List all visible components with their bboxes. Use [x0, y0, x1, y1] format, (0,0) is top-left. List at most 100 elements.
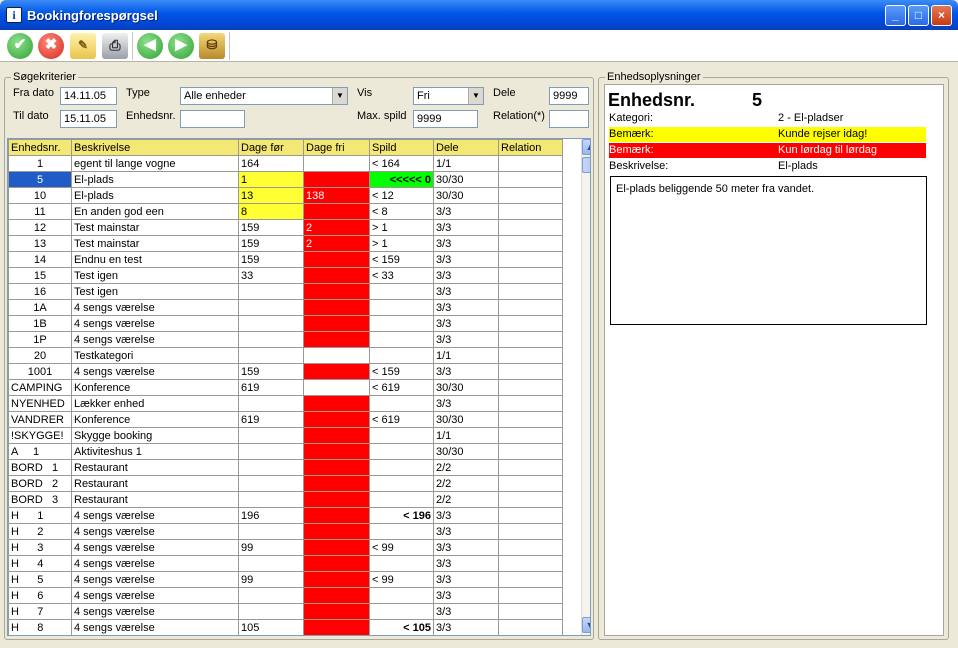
cell-before[interactable]: 33: [238, 267, 304, 284]
cell-waste[interactable]: < 8: [369, 203, 434, 220]
title-bar[interactable]: i Bookingforespørgsel _ □ ×: [0, 0, 958, 30]
cell-desc[interactable]: 4 sengs værelse: [71, 363, 239, 380]
cell-rel[interactable]: [498, 235, 563, 252]
cell-unit[interactable]: H 2: [8, 523, 72, 540]
table-row[interactable]: 12 Test mainstar 159 2 > 1 3/3: [8, 219, 563, 236]
cell-desc[interactable]: Test igen: [71, 267, 239, 284]
table-row[interactable]: 13 Test mainstar 159 2 > 1 3/3: [8, 235, 563, 252]
cell-share[interactable]: 2/2: [433, 475, 499, 492]
cell-desc[interactable]: Testkategori: [71, 347, 239, 364]
cell-desc[interactable]: 4 sengs værelse: [71, 331, 239, 348]
cell-desc[interactable]: Aktiviteshus 1: [71, 443, 239, 460]
cell-waste[interactable]: < 619: [369, 411, 434, 428]
column-header[interactable]: Beskrivelse: [71, 139, 239, 156]
cell-waste[interactable]: [369, 603, 434, 620]
cell-desc[interactable]: El-plads: [71, 171, 239, 188]
cell-share[interactable]: 1/1: [433, 347, 499, 364]
cell-free[interactable]: [303, 203, 370, 220]
table-row[interactable]: H 44 sengs værelse 3/3: [8, 555, 563, 572]
cell-desc[interactable]: 4 sengs værelse: [71, 315, 239, 332]
share-input[interactable]: 9999: [549, 87, 589, 105]
cell-free[interactable]: [303, 491, 370, 508]
cell-rel[interactable]: [498, 395, 563, 412]
cell-share[interactable]: 3/3: [433, 331, 499, 348]
type-select[interactable]: Alle enheder ▼: [180, 87, 348, 105]
cell-share[interactable]: 1/1: [433, 155, 499, 172]
unit-input[interactable]: [180, 110, 245, 128]
cell-share[interactable]: 3/3: [433, 235, 499, 252]
cell-desc[interactable]: Endnu en test: [71, 251, 239, 268]
cell-waste[interactable]: < 159: [369, 251, 434, 268]
cell-free[interactable]: [303, 315, 370, 332]
cell-share[interactable]: 3/3: [433, 555, 499, 572]
cell-before[interactable]: [238, 427, 304, 444]
table-row[interactable]: BORD 1 Restaurant 2/2: [8, 459, 563, 476]
cell-share[interactable]: 2/2: [433, 459, 499, 476]
show-select[interactable]: Fri ▼: [413, 87, 484, 105]
table-row[interactable]: H 64 sengs værelse 3/3: [8, 587, 563, 604]
from-date-input[interactable]: 14.11.05: [60, 87, 117, 105]
unit-grid[interactable]: Enhedsnr. Beskrivelse Dage før Dage fri Spil…: [7, 138, 591, 636]
table-row[interactable]: H 74 sengs værelse 3/3: [8, 603, 563, 620]
cell-waste[interactable]: < 12: [369, 187, 434, 204]
cell-unit[interactable]: H 6: [8, 587, 72, 604]
column-header[interactable]: Spild: [369, 139, 434, 156]
cell-free[interactable]: [303, 251, 370, 268]
notes-button[interactable]: ✎: [70, 33, 96, 59]
cell-unit[interactable]: 13: [8, 235, 72, 252]
cell-unit[interactable]: 1A: [8, 299, 72, 316]
cell-before[interactable]: [238, 443, 304, 460]
cell-before[interactable]: [238, 603, 304, 620]
cell-unit[interactable]: H 7: [8, 603, 72, 620]
cell-waste[interactable]: < 196: [369, 507, 434, 524]
cell-waste[interactable]: [369, 555, 434, 572]
cell-before[interactable]: 99: [238, 571, 304, 588]
cell-before[interactable]: [238, 347, 304, 364]
cell-desc[interactable]: Konference: [71, 411, 239, 428]
cell-before[interactable]: [238, 283, 304, 300]
cell-share[interactable]: 3/3: [433, 299, 499, 316]
cell-unit[interactable]: !SKYGGE!: [8, 427, 72, 444]
cell-rel[interactable]: [498, 443, 563, 460]
cell-before[interactable]: 105: [238, 619, 304, 635]
cell-share[interactable]: 30/30: [433, 379, 499, 396]
cell-waste[interactable]: [369, 523, 434, 540]
cell-free[interactable]: [303, 523, 370, 540]
table-row[interactable]: NYENHED Lækker enhed 3/3: [8, 395, 563, 412]
cell-desc[interactable]: Test igen: [71, 283, 239, 300]
cell-desc[interactable]: Restaurant: [71, 459, 239, 476]
cell-share[interactable]: 30/30: [433, 171, 499, 188]
cell-rel[interactable]: [498, 491, 563, 508]
cell-free[interactable]: [303, 427, 370, 444]
cell-rel[interactable]: [498, 363, 563, 380]
cell-share[interactable]: 3/3: [433, 283, 499, 300]
cell-unit[interactable]: H 8: [8, 619, 72, 635]
cell-desc[interactable]: 4 sengs værelse: [71, 539, 239, 556]
table-row[interactable]: A 1 Aktiviteshus 1 30/30: [8, 443, 563, 460]
cell-waste[interactable]: [369, 331, 434, 348]
cell-before[interactable]: [238, 491, 304, 508]
close-button[interactable]: ×: [931, 5, 952, 26]
cell-waste[interactable]: > 1: [369, 235, 434, 252]
cell-rel[interactable]: [498, 251, 563, 268]
cell-unit[interactable]: NYENHED: [8, 395, 72, 412]
cell-unit[interactable]: H 1: [8, 507, 72, 524]
cell-unit[interactable]: BORD 3: [8, 491, 72, 508]
cell-free[interactable]: [303, 395, 370, 412]
cell-unit[interactable]: H 5: [8, 571, 72, 588]
cell-share[interactable]: 3/3: [433, 571, 499, 588]
table-row[interactable]: H 24 sengs værelse 3/3: [8, 523, 563, 540]
cell-unit[interactable]: 20: [8, 347, 72, 364]
cell-unit[interactable]: H 3: [8, 539, 72, 556]
print-button[interactable]: ⎙: [102, 33, 128, 59]
cell-before[interactable]: [238, 299, 304, 316]
cell-before[interactable]: [238, 587, 304, 604]
cell-desc[interactable]: En anden god een: [71, 203, 239, 220]
cell-waste[interactable]: [369, 283, 434, 300]
table-row[interactable]: H 84 sengs værelse 105 < 105 3/3: [8, 619, 563, 635]
table-row[interactable]: 20 Testkategori 1/1: [8, 347, 563, 364]
cell-free[interactable]: [303, 171, 370, 188]
cancel-button[interactable]: ✖: [38, 33, 64, 59]
long-description-box[interactable]: El-plads beliggende 50 meter fra vandet.: [610, 176, 927, 325]
cell-rel[interactable]: [498, 427, 563, 444]
